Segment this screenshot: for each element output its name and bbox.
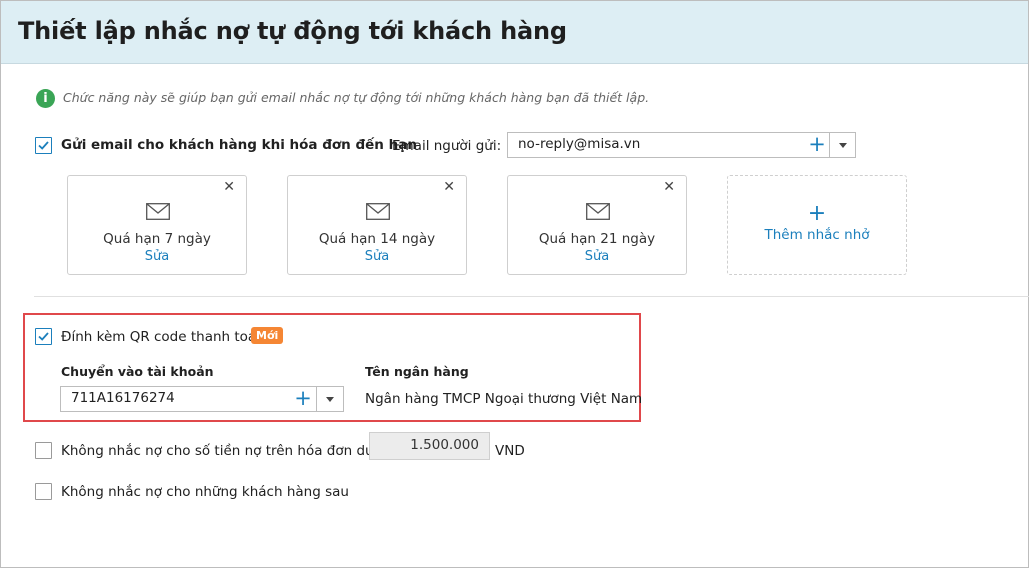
reminder-card: ✕ Quá hạn 7 ngày Sửa xyxy=(67,175,247,275)
envelope-icon xyxy=(146,203,170,220)
reminder-edit-link[interactable]: Sửa xyxy=(68,249,246,264)
add-reminder-button[interactable]: + Thêm nhắc nhở xyxy=(727,175,907,275)
check-icon xyxy=(38,332,49,341)
info-text: Chức năng này sẽ giúp bạn gửi email nhắc… xyxy=(63,90,650,105)
exclude-customers-label: Không nhắc nợ cho những khách hàng sau xyxy=(61,484,349,500)
reminder-title: Quá hạn 21 ngày xyxy=(538,231,656,247)
reminder-card: ✕ Quá hạn 14 ngày Sửa xyxy=(287,175,467,275)
min-amount-value: 1.500.000 xyxy=(410,437,479,453)
close-icon[interactable]: ✕ xyxy=(443,179,455,195)
email-option-label: Gửi email cho khách hàng khi hóa đơn đến… xyxy=(61,137,417,153)
reminder-card: ✕ Quá hạn 21 ngày Sửa xyxy=(507,175,687,275)
account-value: 711A16176274 xyxy=(71,390,175,406)
sender-email-label: Email người gửi: xyxy=(392,138,502,154)
min-amount-input[interactable]: 1.500.000 xyxy=(369,432,490,460)
min-amount-label: Không nhắc nợ cho số tiền nợ trên hóa đơ… xyxy=(61,443,386,459)
sender-email-value: no-reply@misa.vn xyxy=(518,136,641,152)
reminder-edit-link[interactable]: Sửa xyxy=(288,249,466,264)
page-header: Thiết lập nhắc nợ tự động tới khách hàng xyxy=(1,1,1028,64)
add-account-plus-icon[interactable]: + xyxy=(291,387,315,411)
add-reminder-label: Thêm nhắc nhở xyxy=(764,227,870,243)
qr-option-label: Đính kèm QR code thanh toán xyxy=(61,329,265,345)
info-icon: i xyxy=(36,89,55,108)
add-sender-plus-icon[interactable]: + xyxy=(805,133,829,157)
chevron-down-icon[interactable] xyxy=(316,387,343,411)
page-title: Thiết lập nhắc nợ tự động tới khách hàng xyxy=(18,17,567,45)
check-icon xyxy=(38,141,49,150)
chevron-down-icon[interactable] xyxy=(829,133,856,157)
envelope-icon xyxy=(366,203,390,220)
bank-name-value: Ngân hàng TMCP Ngoại thương Việt Nam xyxy=(365,391,643,407)
exclude-customers-checkbox[interactable] xyxy=(35,483,52,500)
min-amount-checkbox[interactable] xyxy=(35,442,52,459)
account-label: Chuyển vào tài khoản xyxy=(61,364,214,379)
dialog-frame xyxy=(0,0,1029,568)
reminder-title: Quá hạn 7 ngày xyxy=(103,231,211,247)
sender-email-select[interactable]: no-reply@misa.vn + xyxy=(507,132,856,158)
section-divider xyxy=(34,296,1029,297)
envelope-icon xyxy=(586,203,610,220)
qr-checkbox[interactable] xyxy=(35,328,52,345)
close-icon[interactable]: ✕ xyxy=(663,179,675,195)
close-icon[interactable]: ✕ xyxy=(223,179,235,195)
plus-icon: + xyxy=(807,201,827,226)
account-select[interactable]: 711A16176274 + xyxy=(60,386,344,412)
reminder-edit-link[interactable]: Sửa xyxy=(508,249,686,264)
email-checkbox[interactable] xyxy=(35,137,52,154)
currency-unit: VND xyxy=(495,443,525,459)
bank-name-label: Tên ngân hàng xyxy=(365,364,469,379)
reminder-title: Quá hạn 14 ngày xyxy=(318,231,436,247)
new-badge: Mới xyxy=(251,327,284,344)
